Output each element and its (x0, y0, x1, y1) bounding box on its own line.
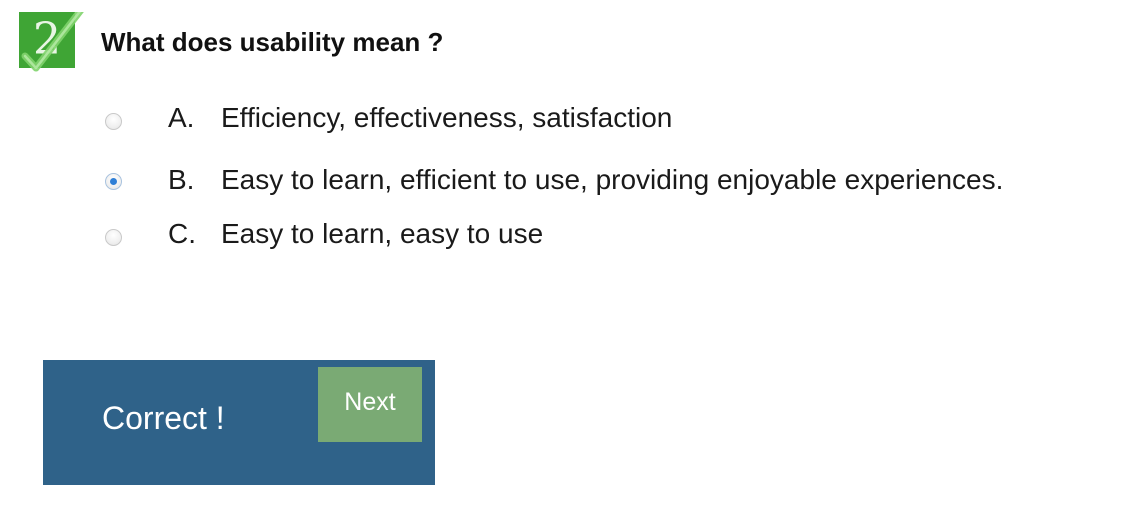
option-b-text: Easy to learn, efficient to use, providi… (221, 164, 1004, 195)
question-title: What does usability mean ? (101, 27, 444, 57)
radio-option-a[interactable] (105, 113, 122, 130)
feedback-panel: Correct ! Next (43, 360, 435, 485)
radio-option-c[interactable] (105, 229, 122, 246)
option-c-letter: C. (168, 218, 196, 249)
next-button[interactable]: Next (318, 367, 422, 442)
radio-option-b[interactable] (105, 173, 122, 190)
option-c-text: Easy to learn, easy to use (221, 218, 544, 249)
option-a-text: Efficiency, effectiveness, satisfaction (221, 102, 673, 133)
checkmark-icon (21, 12, 84, 72)
question-number-badge: 2 (19, 12, 84, 72)
option-a-letter: A. (168, 102, 195, 133)
option-b-letter: B. (168, 164, 195, 195)
feedback-message: Correct ! (102, 400, 225, 436)
quiz-page: 2 What does usability mean ? A. Efficien… (0, 0, 1146, 520)
